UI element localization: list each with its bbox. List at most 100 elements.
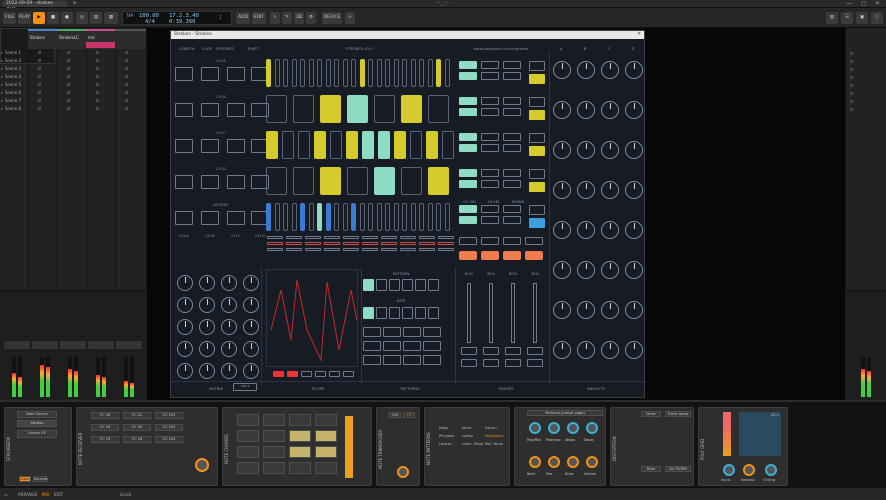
metronome-icon[interactable]: ♪ (219, 15, 222, 21)
mute-bar[interactable] (362, 242, 378, 245)
record-icon[interactable]: ● (61, 12, 73, 24)
scale-option[interactable]: Harm. Minor (462, 442, 484, 446)
step-cell[interactable] (320, 95, 341, 123)
weight-knob[interactable] (577, 221, 595, 239)
transpose-knob[interactable] (397, 466, 409, 478)
step-cell[interactable] (442, 131, 454, 159)
chord-cell[interactable] (237, 446, 259, 458)
step-cell[interactable] (426, 131, 438, 159)
scope-button[interactable] (301, 371, 312, 377)
step-cell[interactable] (428, 95, 449, 123)
cc-slot[interactable]: CC 19 (91, 436, 119, 443)
scene-item[interactable]: Scene 3 (1, 66, 27, 72)
scale-option[interactable]: Mel. Minor (485, 442, 503, 446)
cc-slot[interactable]: CC 24 (91, 424, 119, 431)
step-cell[interactable] (325, 203, 331, 231)
step-param[interactable] (175, 139, 193, 153)
mute-bar[interactable] (286, 242, 302, 245)
rhythm-button[interactable] (503, 97, 521, 105)
rhythm-button[interactable] (481, 72, 499, 80)
perfume-knob[interactable] (548, 456, 560, 468)
clip-slot[interactable] (850, 92, 853, 95)
clip-slot[interactable] (96, 51, 99, 54)
trigger-button[interactable] (481, 251, 499, 260)
tap-label[interactable]: TAP (126, 13, 133, 18)
rhythm-button[interactable] (503, 169, 521, 177)
pointer-tool-icon[interactable]: ↖ (270, 12, 280, 24)
step-cell[interactable] (334, 203, 339, 231)
pattern-button[interactable] (376, 279, 387, 291)
step-param[interactable] (201, 103, 219, 117)
clip-slot[interactable] (850, 60, 853, 63)
clip-slot[interactable] (96, 75, 99, 78)
rhythm-button[interactable] (459, 205, 477, 213)
device-button[interactable]: DEVICE (322, 12, 342, 24)
perfume-device[interactable]: Perfume (preset page) Pale/Mixr Pale/max A… (514, 407, 606, 486)
output-button[interactable] (481, 237, 499, 245)
play-icon[interactable]: ▶ (33, 12, 45, 24)
pattern-slot[interactable] (363, 355, 381, 365)
scale-option[interactable]: Major (439, 426, 449, 430)
matrix-knob[interactable] (221, 297, 237, 313)
ceiling-knob[interactable] (765, 464, 777, 476)
step-cell[interactable] (308, 203, 314, 231)
step-cell[interactable] (330, 131, 342, 159)
step-cell[interactable] (274, 59, 280, 87)
chord-cell[interactable] (315, 462, 337, 474)
rhythm-button[interactable] (481, 144, 499, 152)
clip-slot[interactable] (850, 84, 853, 87)
scale-option[interactable]: Lydian (462, 434, 473, 438)
step-cell[interactable] (410, 131, 422, 159)
weight-knob[interactable] (577, 301, 595, 319)
rhythm-button[interactable] (503, 133, 521, 141)
clip-slot[interactable] (38, 59, 41, 62)
chord-cell[interactable] (289, 430, 311, 442)
pattern-button[interactable] (389, 279, 400, 291)
mute-bar[interactable] (381, 248, 397, 251)
clip-slot[interactable] (96, 99, 99, 102)
weight-knob[interactable] (577, 101, 595, 119)
chord-cell[interactable] (315, 430, 337, 442)
chord-cell[interactable] (237, 462, 259, 474)
rhythm-button[interactable] (503, 180, 521, 188)
step-cell[interactable] (346, 131, 358, 159)
chord-cell[interactable] (315, 446, 337, 458)
clip-slot[interactable] (67, 59, 70, 62)
step-cell[interactable] (359, 59, 365, 87)
step-cell[interactable] (368, 203, 373, 231)
chord-cell[interactable] (289, 462, 311, 474)
step-cell[interactable] (351, 59, 356, 87)
mute-bar[interactable] (362, 236, 378, 239)
scale-option[interactable]: Minor (462, 426, 472, 430)
step-param[interactable] (175, 67, 193, 81)
chord-cell[interactable] (289, 446, 311, 458)
weight-knob[interactable] (553, 61, 571, 79)
link-icon[interactable]: ∞ (345, 12, 355, 24)
step-cell[interactable] (427, 59, 433, 87)
matrix-knob[interactable] (177, 275, 193, 291)
poly-grid-device[interactable]: POLY GRID -24.1 Input Release Ceiling (698, 407, 788, 486)
scene-item[interactable]: Scene 4 (1, 74, 27, 80)
scope-button[interactable] (273, 371, 284, 377)
project-tab[interactable]: 2022-09-29 - strokes dem... (3, 1, 67, 12)
clip-slot[interactable] (67, 107, 70, 110)
clip-slot[interactable] (38, 107, 41, 110)
step-cell[interactable] (376, 59, 382, 87)
eraser-tool-icon[interactable]: ⌫ (294, 12, 304, 24)
step-cell[interactable] (291, 59, 297, 87)
mute-bar[interactable] (400, 242, 416, 245)
perfume-knob[interactable] (586, 456, 598, 468)
rhythm-button[interactable] (481, 61, 499, 69)
rhythm-button[interactable] (481, 108, 499, 116)
scope-button[interactable] (287, 371, 298, 377)
step-cell[interactable] (401, 167, 422, 195)
step-cell[interactable] (378, 131, 390, 159)
rhythm-button[interactable] (481, 169, 499, 177)
channel-toggle[interactable] (529, 146, 545, 156)
step-cell[interactable] (342, 59, 348, 87)
rhythm-button[interactable] (459, 97, 477, 105)
clip-slot[interactable] (67, 83, 70, 86)
note-chords-device[interactable]: NOTE CHORDS (222, 407, 372, 486)
clip-slot[interactable] (38, 91, 41, 94)
rhythm-button[interactable] (503, 216, 521, 224)
